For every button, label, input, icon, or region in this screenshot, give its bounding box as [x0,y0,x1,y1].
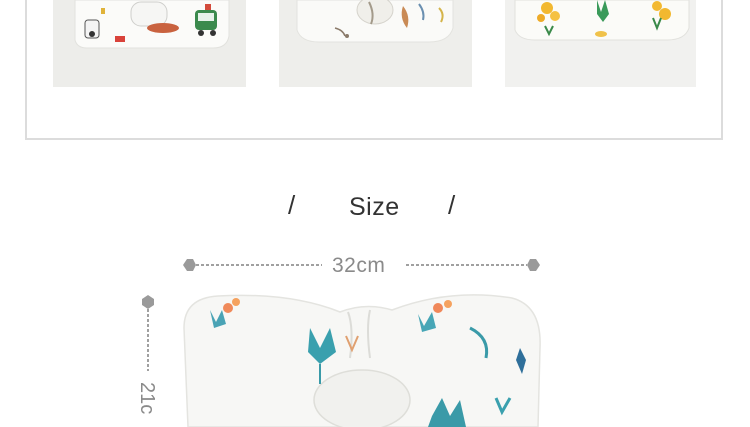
product-thumbnail-vehicles[interactable] [53,0,246,87]
width-measurement-label: 32cm [332,254,386,277]
pillow-head-hollow [313,369,411,427]
product-thumbnail-feathers[interactable] [279,0,472,87]
pillow-product-image [183,294,541,427]
width-ruler-right-cap [527,259,540,271]
height-measurement-label: 21c [136,382,158,415]
size-heading: / Size / [0,190,750,230]
heading-slash-right: / [448,190,456,220]
product-thumbnail-pineapples[interactable] [505,0,696,87]
height-ruler-top-cap [142,295,154,309]
size-title: Size [349,193,400,221]
heading-slash-left: / [288,190,296,220]
width-ruler-left-cap [183,259,196,271]
